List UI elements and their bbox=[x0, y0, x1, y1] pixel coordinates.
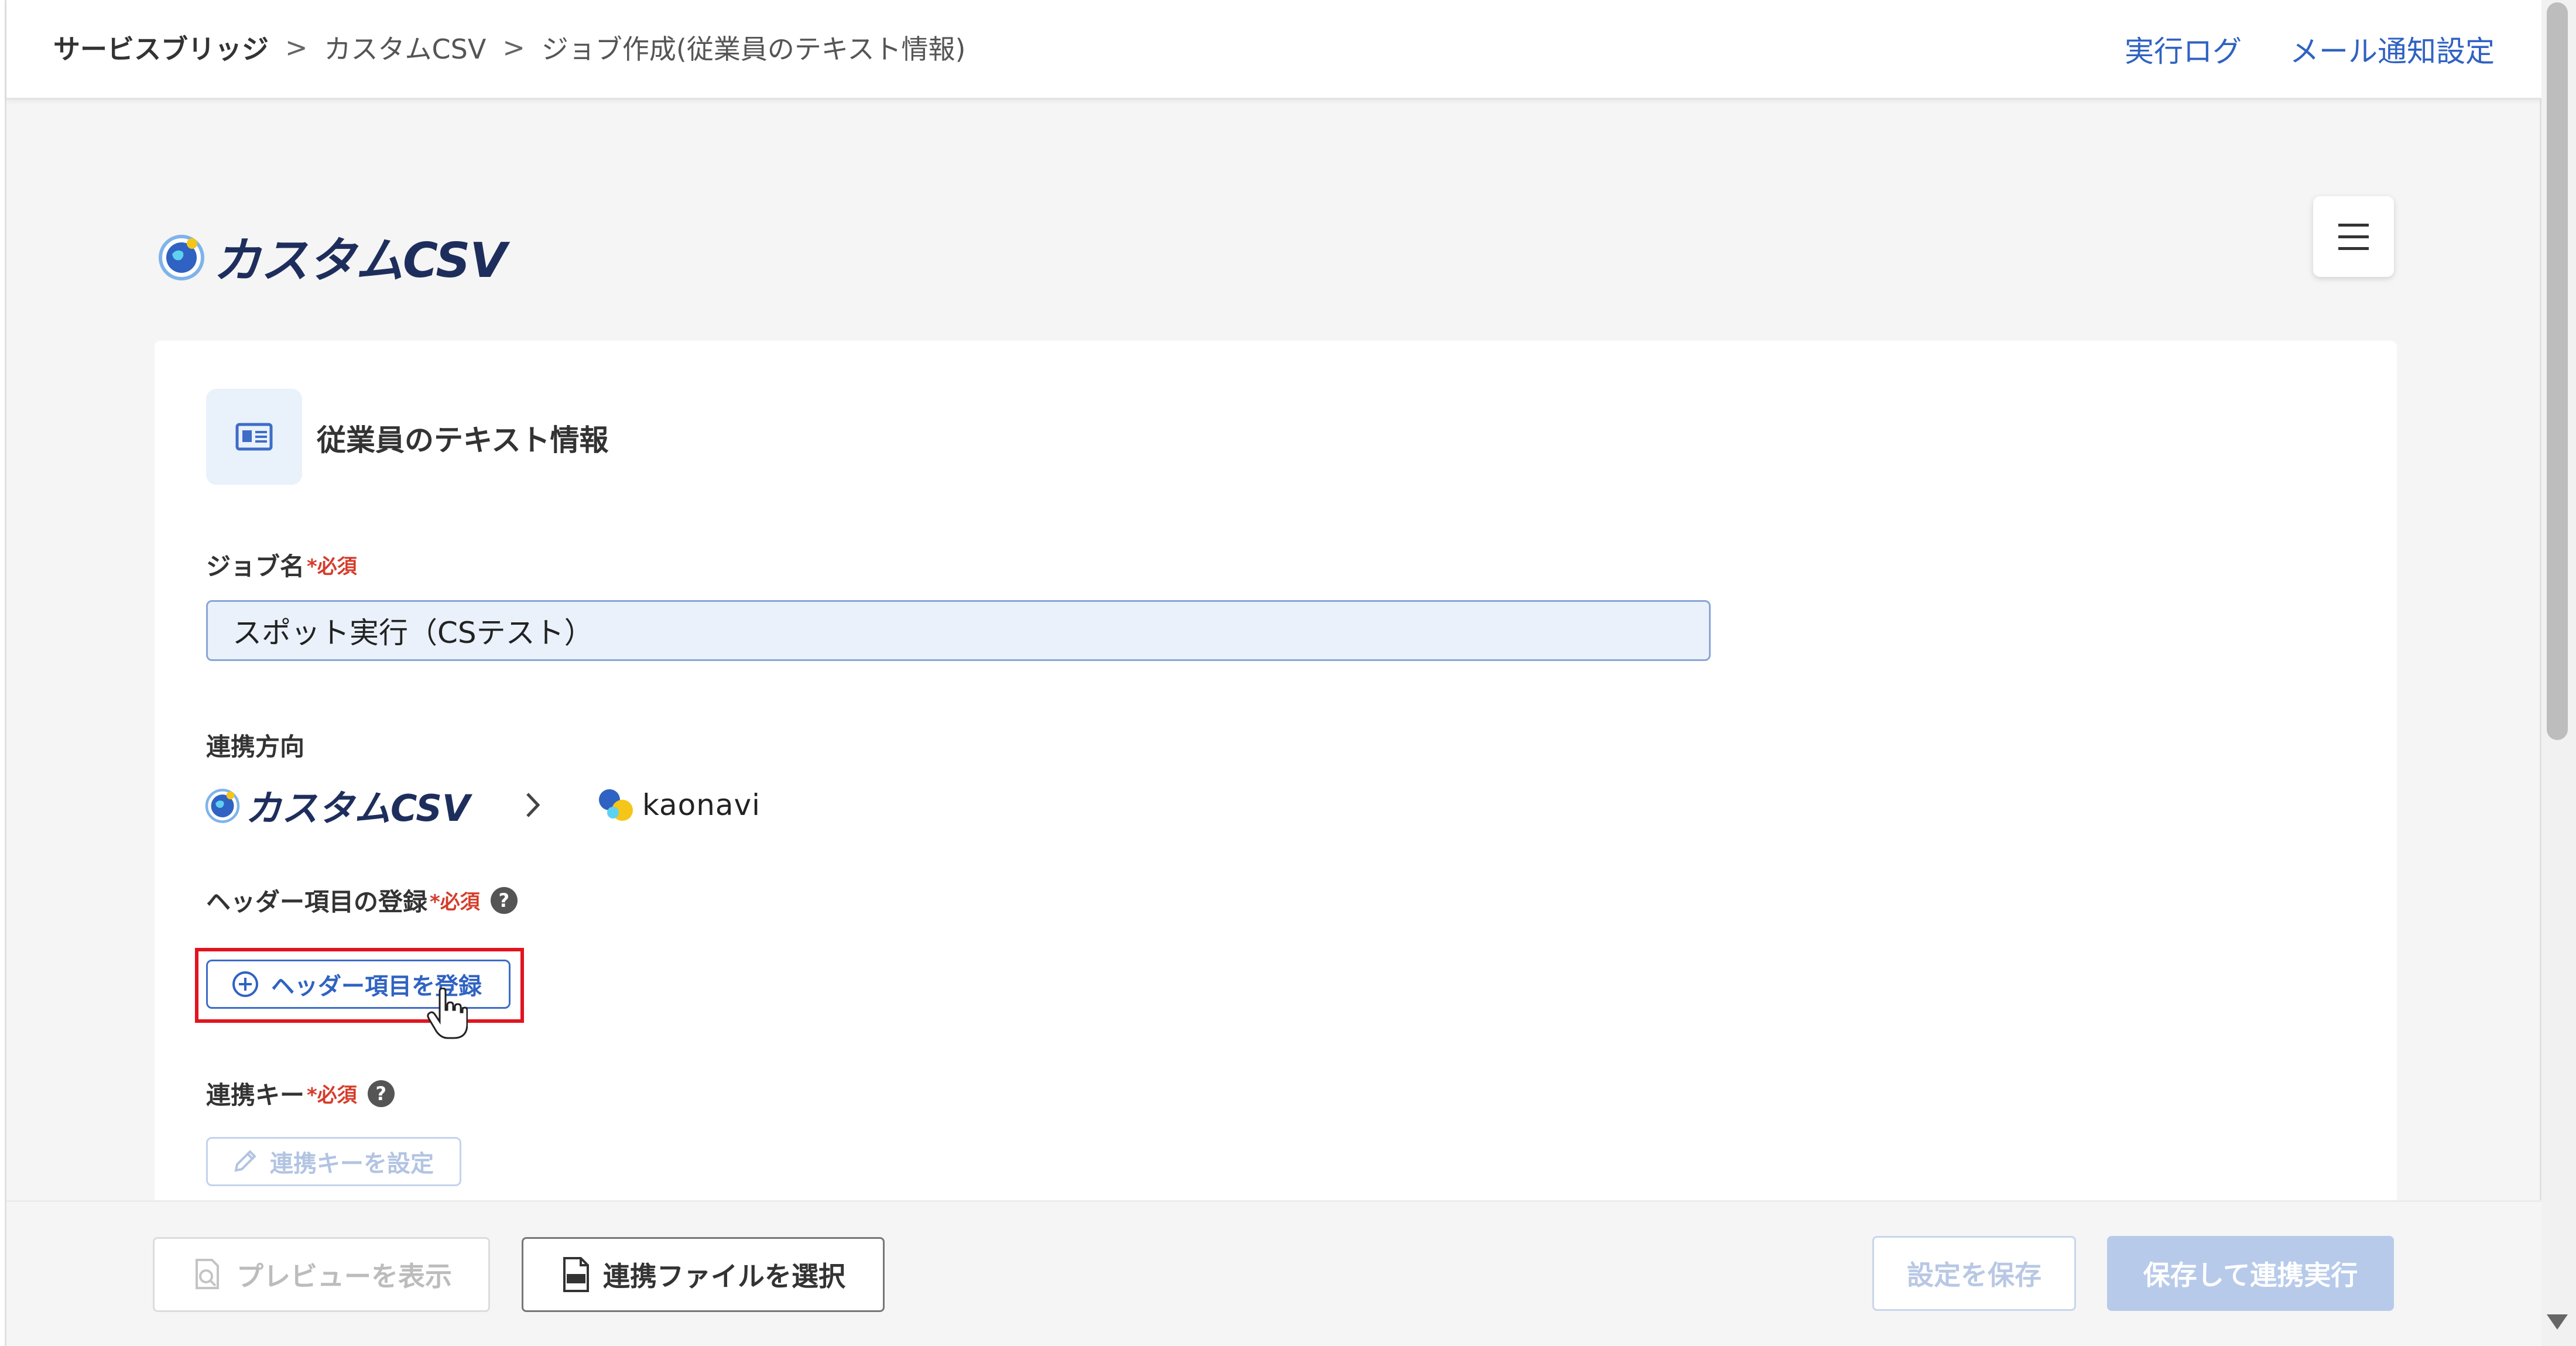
job-name-input[interactable]: スポット実行（CSテスト） bbox=[206, 600, 1711, 661]
globe-icon bbox=[205, 789, 240, 823]
footer-bar: プレビューを表示 連携ファイルを選択 設定を保存 保存して連携実行 bbox=[6, 1200, 2541, 1346]
globe-icon bbox=[159, 234, 204, 280]
select-file-label: 連携ファイルを選択 bbox=[603, 1261, 845, 1292]
pencil-icon bbox=[234, 1150, 256, 1172]
job-name-label-text: ジョブ名 bbox=[206, 552, 305, 581]
required-text: 必須 bbox=[317, 555, 357, 578]
preview-button[interactable]: プレビューを表示 bbox=[153, 1237, 490, 1312]
direction-from: カスタムCSV bbox=[245, 787, 470, 830]
help-icon[interactable]: ? bbox=[490, 886, 518, 914]
section-icon-box bbox=[206, 389, 302, 485]
logo-text: カスタムCSV bbox=[213, 233, 507, 289]
breadcrumb-separator: > bbox=[285, 32, 308, 63]
app-window: サービスブリッジ > カスタムCSV > ジョブ作成(従業員のテキスト情報) 実… bbox=[5, 0, 2541, 1346]
direction-to: kaonavi bbox=[642, 788, 761, 822]
breadcrumb-custom-csv[interactable]: カスタムCSV bbox=[324, 28, 487, 67]
section-title: 従業員のテキスト情報 bbox=[317, 423, 609, 457]
help-icon[interactable]: ? bbox=[367, 1080, 395, 1107]
required-asterisk: * bbox=[430, 891, 440, 914]
header-items-label-text: ヘッダー項目の登録 bbox=[206, 888, 428, 916]
header-links: 実行ログ メール通知設定 bbox=[2125, 28, 2495, 70]
header-items-label: ヘッダー項目の登録 *必須 ? bbox=[206, 882, 518, 918]
custom-csv-logo: カスタムCSV bbox=[156, 221, 507, 291]
required-mark: *必須 bbox=[307, 550, 357, 579]
preview-icon bbox=[196, 1259, 219, 1289]
select-file-button[interactable]: 連携ファイルを選択 bbox=[522, 1237, 885, 1312]
breadcrumb-service-bridge[interactable]: サービスブリッジ bbox=[53, 28, 269, 67]
scrollbar-thumb[interactable] bbox=[2547, 2, 2568, 740]
breadcrumb-current: ジョブ作成(従業員のテキスト情報) bbox=[541, 33, 966, 65]
direction-label: 連携方向 bbox=[206, 732, 305, 761]
id-card-icon bbox=[235, 423, 273, 451]
csv-file-icon bbox=[563, 1257, 589, 1292]
save-settings-button[interactable]: 設定を保存 bbox=[1872, 1236, 2076, 1311]
link-key-label-text: 連携キー bbox=[206, 1081, 305, 1109]
scroll-down-arrow-icon[interactable] bbox=[2547, 1314, 2568, 1330]
execution-log-link[interactable]: 実行ログ bbox=[2125, 28, 2242, 70]
required-text: 必須 bbox=[440, 891, 480, 914]
kaonavi-logo-icon bbox=[598, 789, 633, 821]
required-asterisk: * bbox=[307, 1084, 317, 1107]
set-link-key-button[interactable]: 連携キーを設定 bbox=[206, 1137, 461, 1186]
menu-button[interactable] bbox=[2313, 196, 2394, 277]
top-header: サービスブリッジ > カスタムCSV > ジョブ作成(従業員のテキスト情報) 実… bbox=[6, 0, 2541, 100]
required-mark: *必須 bbox=[307, 1079, 357, 1108]
link-key-label: 連携キー *必須 ? bbox=[206, 1076, 395, 1111]
mail-notification-link[interactable]: メール通知設定 bbox=[2290, 28, 2495, 70]
breadcrumb-separator: > bbox=[502, 32, 525, 63]
plus-circle-icon bbox=[232, 971, 258, 997]
set-link-key-label: 連携キーを設定 bbox=[270, 1150, 434, 1177]
preview-label: プレビューを表示 bbox=[237, 1261, 452, 1292]
breadcrumb: サービスブリッジ > カスタムCSV > ジョブ作成(従業員のテキスト情報) bbox=[53, 28, 965, 67]
hamburger-icon bbox=[2338, 224, 2369, 250]
hand-cursor-icon bbox=[427, 988, 468, 1039]
chevron-right-icon bbox=[526, 793, 540, 817]
required-text: 必須 bbox=[317, 1084, 357, 1107]
save-and-run-button[interactable]: 保存して連携実行 bbox=[2107, 1236, 2394, 1311]
required-mark: *必須 bbox=[430, 886, 480, 915]
required-asterisk: * bbox=[307, 555, 317, 578]
job-name-label: ジョブ名 *必須 bbox=[206, 547, 357, 583]
job-settings-card: 従業員のテキスト情報 ジョブ名 *必須 スポット実行（CSテスト） 連携方向 カ… bbox=[155, 341, 2397, 1219]
direction-row: カスタムCSV kaonavi bbox=[203, 779, 761, 831]
